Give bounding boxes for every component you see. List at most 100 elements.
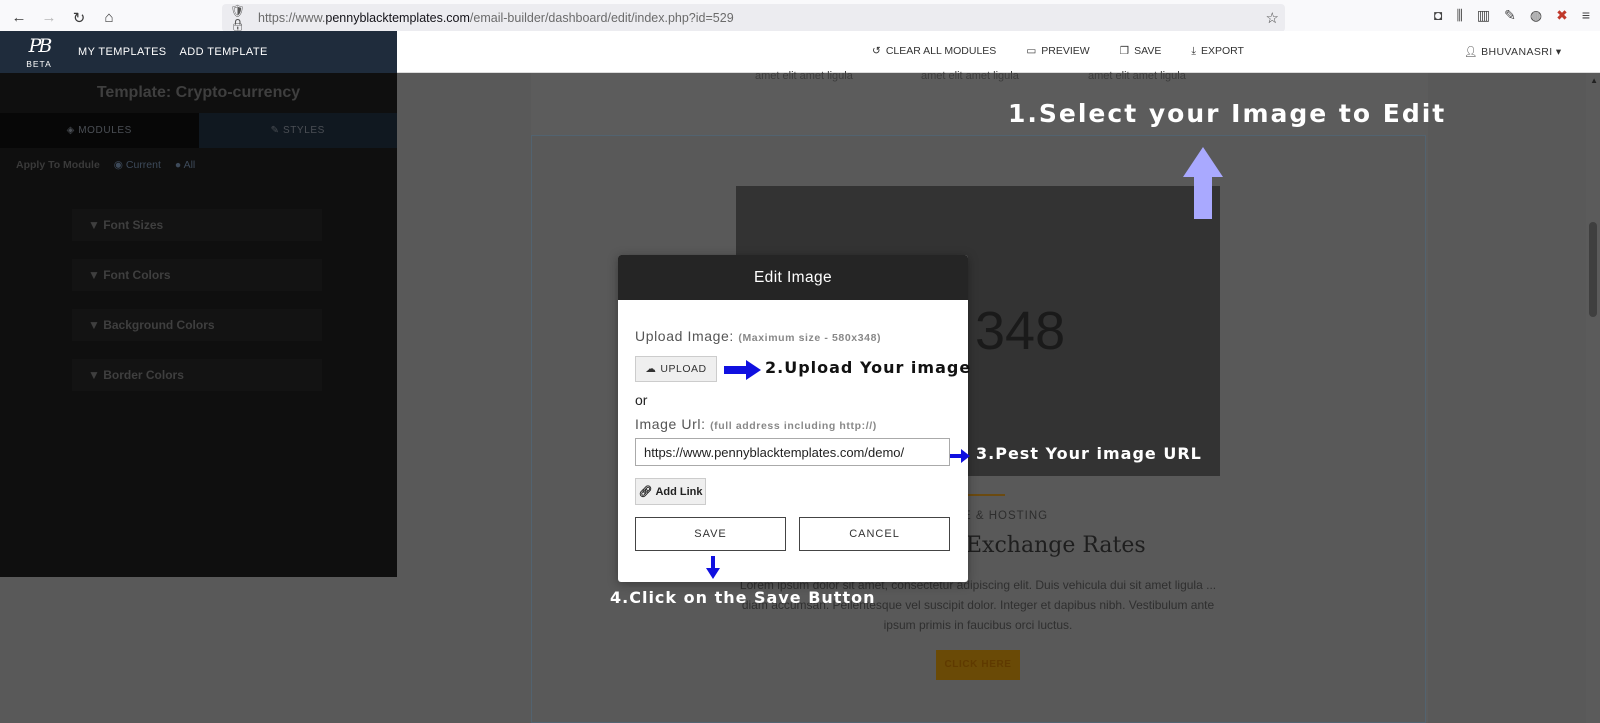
add-link-label: Add Link [655, 485, 703, 498]
modal-title: Edit Image [618, 255, 968, 300]
save-top-button[interactable]: ❐ SAVE [1120, 45, 1162, 58]
url-domain: pennyblacktemplates.com [325, 11, 470, 25]
scrollbar-thumb[interactable] [1589, 222, 1597, 317]
tab-styles-label: STYLES [282, 125, 325, 136]
menu-icon[interactable]: ≡ [1582, 7, 1590, 24]
email-kicker: E & HOSTING [963, 510, 1049, 522]
modal-actions: SAVE CANCEL [635, 517, 951, 551]
pencil-icon: ✎ [270, 125, 283, 136]
annotation-step-2: 2.Upload Your image [765, 358, 972, 377]
caret-down-icon: ▼ [88, 218, 104, 232]
image-url-input[interactable] [635, 438, 950, 466]
or-text: or [635, 392, 648, 408]
reload-icon[interactable]: ↻ [64, 3, 94, 33]
refresh-icon: ↺ [872, 45, 881, 57]
annotation-step-4: 4.Click on the Save Button [610, 588, 876, 607]
accordion-label: Font Sizes [103, 218, 164, 232]
apply-label: Apply To Module [16, 159, 100, 171]
top-nav-left: MY TEMPLATES ADD TEMPLATE [78, 46, 268, 58]
nav-add-template[interactable]: ADD TEMPLATE [180, 46, 268, 58]
home-icon[interactable]: ⌂ [94, 3, 124, 33]
right-arrow-annotation [724, 360, 761, 380]
scrollbar[interactable] [1586, 73, 1600, 723]
preview-button[interactable]: ▭ PREVIEW [1026, 45, 1089, 58]
edit-image-modal: Edit Image Upload Image: (Maximum size -… [618, 255, 968, 582]
accordion-font-sizes[interactable]: ▼ Font Sizes [72, 209, 322, 241]
monitor-icon: ▭ [1026, 45, 1037, 57]
logo[interactable]: PB BETA [17, 33, 61, 71]
top-nav-right: ↺ CLEAR ALL MODULES ▭ PREVIEW ❐ SAVE ⤓ EXPOR… [872, 45, 1244, 58]
tab-modules[interactable]: ◈ MODULES [0, 113, 199, 148]
upload-button[interactable]: ☁︎ UPLOAD [635, 356, 717, 382]
back-icon[interactable]: ← [4, 3, 34, 33]
caret-down-icon: ▼ [88, 268, 104, 282]
library-icon[interactable]: ⫼ [1456, 7, 1462, 24]
upload-button-label: UPLOAD [660, 363, 707, 375]
preview-label: PREVIEW [1041, 45, 1090, 57]
annotation-step-3: 3.Pest Your image URL [976, 444, 1202, 463]
template-title: Template: Crypto-currency [96, 84, 301, 101]
user-name: BHUVANASRI [1481, 46, 1553, 58]
upload-hint: (Maximum size - 580x348) [738, 332, 882, 344]
copy-icon: ❐ [1119, 45, 1130, 57]
accordion-background-colors[interactable]: ▼ Background Colors [72, 309, 322, 341]
caret-down-icon: ▾ [1555, 46, 1562, 58]
link-icon: 🔗︎ [638, 486, 653, 498]
puzzle-icon[interactable]: ✖ [1556, 7, 1568, 24]
scroll-up-icon[interactable]: ▲ [1590, 76, 1598, 85]
bookmark-star-icon[interactable]: ☆ [1266, 9, 1279, 27]
cubes-icon: ◈ [66, 125, 79, 136]
upload-label: Upload Image: [635, 328, 734, 344]
nav-my-templates[interactable]: MY TEMPLATES [78, 46, 167, 58]
url-path: /email-builder/dashboard/edit/index.php?… [469, 11, 734, 25]
url-hint: (full address including http://) [710, 420, 877, 432]
save-top-label: SAVE [1134, 45, 1162, 57]
url-label-row: Image Url: (full address including http:… [635, 416, 951, 432]
accordion-label: Border Colors [103, 368, 184, 382]
extension-icon[interactable]: ◍ [1530, 7, 1542, 24]
user-icon: 👤︎ [1464, 46, 1478, 58]
pocket-icon[interactable]: ◘ [1434, 7, 1442, 24]
sidebar: Template: Crypto-currency ◈ MODULES ✎ ST… [0, 73, 397, 577]
beta-label: BETA [26, 59, 52, 69]
tab-styles[interactable]: ✎ STYLES [198, 113, 397, 148]
url-prefix: https://www. [258, 11, 326, 25]
forward-icon[interactable]: → [34, 3, 64, 33]
caret-down-icon: ▼ [88, 368, 104, 382]
sidebar-icon[interactable]: ▥ [1477, 7, 1490, 24]
url-label: Image Url: [635, 416, 706, 432]
radio-all[interactable]: ● All [175, 148, 195, 183]
address-bar[interactable]: 🛡︎🔒︎ https://www. pennyblacktemplates.com… [222, 4, 1285, 32]
accordion-label: Background Colors [103, 318, 215, 332]
radio-all-label: All [183, 159, 196, 171]
radio-current-label: Current [125, 159, 161, 171]
save-button[interactable]: SAVE [635, 517, 786, 551]
clear-all-modules-button[interactable]: ↺ CLEAR ALL MODULES [872, 45, 996, 58]
cancel-button[interactable]: CANCEL [799, 517, 950, 551]
cloud-upload-icon: ☁︎ [645, 363, 657, 375]
up-arrow-annotation [1183, 147, 1223, 219]
user-menu[interactable]: 👤︎ BHUVANASRI ▾ [1464, 45, 1562, 58]
column-text: amet elit amet ligula [921, 70, 1019, 82]
add-link-button[interactable]: 🔗︎ Add Link [635, 478, 706, 505]
export-button[interactable]: ⤓ EXPORT [1191, 45, 1244, 58]
accordion-border-colors[interactable]: ▼ Border Colors [72, 359, 322, 391]
accordion-font-colors[interactable]: ▼ Font Colors [72, 259, 322, 291]
clear-all-modules-label: CLEAR ALL MODULES [885, 45, 997, 57]
tab-modules-label: MODULES [78, 125, 132, 136]
apply-to-module-row: Apply To Module ◉ Current ● All [0, 148, 397, 183]
export-label: EXPORT [1200, 45, 1244, 57]
browser-extension-icons: ◘ ⫼ ▥ ✎ ◍ ✖ ≡ [1434, 7, 1590, 24]
column-text: amet elit amet ligula [1088, 70, 1186, 82]
email-heading: Exchange Rates [966, 533, 1146, 558]
download-icon: ⤓ [1191, 45, 1196, 57]
down-arrow-annotation [706, 556, 720, 579]
style-accordion: ▼ Font Sizes ▼ Font Colors ▼ Background … [72, 209, 322, 391]
accordion-label: Font Colors [103, 268, 171, 282]
right-arrow-annotation [950, 449, 970, 463]
logo-mark: PB [28, 35, 53, 57]
annotation-step-1: 1.Select your Image to Edit [1008, 99, 1447, 128]
radio-current[interactable]: ◉ Current [114, 148, 161, 183]
eyedropper-icon[interactable]: ✎ [1504, 7, 1516, 24]
email-cta-button[interactable]: CLICK HERE [936, 650, 1020, 680]
